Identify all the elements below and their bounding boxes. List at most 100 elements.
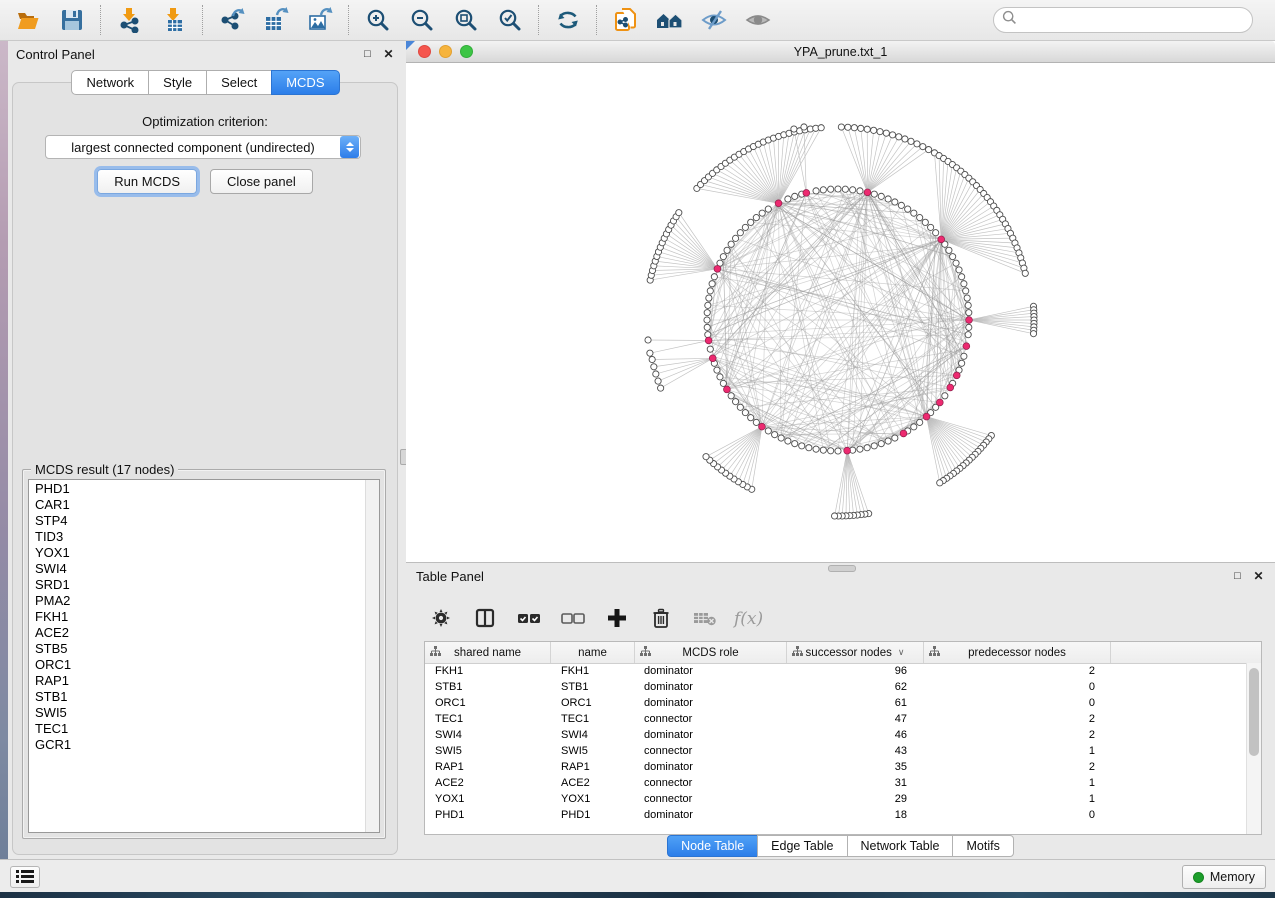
mcds-list-scrollbar[interactable] — [365, 480, 379, 832]
mcds-result-item[interactable]: YOX1 — [29, 545, 365, 561]
column-header-predecessor-nodes[interactable]: predecessor nodes — [924, 642, 1111, 663]
function-builder-label[interactable]: f(x) — [734, 609, 763, 629]
table-row[interactable]: TEC1TEC1connector472 — [425, 711, 1247, 727]
hide-graphics-button[interactable] — [692, 2, 736, 38]
table-cell: 0 — [924, 697, 1111, 709]
column-header-shared-name[interactable]: shared name — [425, 642, 551, 663]
plus-icon — [606, 607, 628, 632]
open-folder-icon — [15, 7, 41, 33]
table-row[interactable]: FKH1FKH1dominator962 — [425, 663, 1247, 679]
mcds-result-item[interactable]: SWI4 — [29, 561, 365, 577]
float-table-panel-icon[interactable]: □ — [1231, 570, 1244, 583]
trash-icon — [650, 607, 672, 632]
mcds-result-item[interactable]: CAR1 — [29, 497, 365, 513]
network-overview-button[interactable] — [648, 2, 692, 38]
table-cell: 43 — [787, 745, 924, 757]
save-session-button[interactable] — [50, 2, 94, 38]
table-row[interactable]: PHD1PHD1dominator180 — [425, 807, 1247, 823]
table-cell: ORC1 — [425, 697, 551, 709]
close-table-panel-icon[interactable]: ✕ — [1252, 570, 1265, 583]
mcds-result-item[interactable]: ORC1 — [29, 657, 365, 673]
network-window-titlebar[interactable]: YPA_prune.txt_1 — [406, 41, 1275, 63]
mcds-result-item[interactable]: ACE2 — [29, 625, 365, 641]
table-settings-button[interactable] — [424, 603, 458, 635]
table-row[interactable]: SWI4SWI4dominator462 — [425, 727, 1247, 743]
dropdown-value: largest connected component (undirected) — [46, 140, 340, 155]
optimization-criterion-select[interactable]: largest connected component (undirected) — [45, 135, 361, 159]
memory-status-dot — [1193, 872, 1204, 883]
export-table-icon — [263, 7, 289, 33]
table-panel-header: Table Panel □ ✕ — [406, 563, 1275, 589]
tab-network-table[interactable]: Network Table — [847, 835, 954, 857]
table-scrollbar-thumb[interactable] — [1249, 668, 1259, 756]
mcds-result-item[interactable]: TEC1 — [29, 721, 365, 737]
hierarchy-icon — [792, 646, 803, 660]
memory-button[interactable]: Memory — [1182, 865, 1266, 889]
show-graphics-button[interactable] — [736, 2, 780, 38]
export-image-button[interactable] — [298, 2, 342, 38]
table-row[interactable]: YOX1YOX1connector291 — [425, 791, 1247, 807]
add-column-button[interactable] — [600, 603, 634, 635]
column-header-successor-nodes[interactable]: successor nodes∨ — [787, 642, 924, 663]
table-cell: 1 — [924, 777, 1111, 789]
duplicate-document-icon — [612, 6, 640, 34]
show-panels-list-button[interactable] — [10, 866, 40, 888]
tab-network[interactable]: Network — [71, 70, 149, 95]
mcds-result-title: MCDS result (17 nodes) — [31, 462, 178, 477]
mcds-result-list[interactable]: PHD1CAR1STP4TID3YOX1SWI4SRD1PMA2FKH1ACE2… — [28, 479, 380, 833]
column-header-name[interactable]: name — [551, 642, 635, 663]
table-cell: FKH1 — [425, 665, 551, 677]
table-scrollbar[interactable] — [1246, 663, 1261, 834]
mcds-result-item[interactable]: PHD1 — [29, 481, 365, 497]
tab-select[interactable]: Select — [206, 70, 272, 95]
table-cell: dominator — [635, 681, 787, 693]
search-input[interactable] — [1023, 12, 1244, 28]
mcds-result-item[interactable]: PMA2 — [29, 593, 365, 609]
export-network-button[interactable] — [210, 2, 254, 38]
tab-node-table[interactable]: Node Table — [667, 835, 758, 857]
zoom-fit-button[interactable] — [444, 2, 488, 38]
table-row[interactable]: SWI5SWI5connector431 — [425, 743, 1247, 759]
close-panel-button[interactable]: Close panel — [210, 169, 313, 194]
float-panel-icon[interactable]: □ — [361, 48, 374, 61]
mcds-result-item[interactable]: GCR1 — [29, 737, 365, 753]
run-mcds-button[interactable]: Run MCDS — [97, 169, 197, 194]
mcds-result-item[interactable]: STP4 — [29, 513, 365, 529]
table-row[interactable]: RAP1RAP1dominator352 — [425, 759, 1247, 775]
zoom-selected-button[interactable] — [488, 2, 532, 38]
mcds-result-item[interactable]: STB5 — [29, 641, 365, 657]
mcds-result-item[interactable]: TID3 — [29, 529, 365, 545]
tab-motifs[interactable]: Motifs — [952, 835, 1013, 857]
table-row[interactable]: ORC1ORC1dominator610 — [425, 695, 1247, 711]
column-header-MCDS-role[interactable]: MCDS role — [635, 642, 787, 663]
eye-icon — [744, 7, 772, 33]
clone-network-button[interactable] — [604, 2, 648, 38]
mcds-result-item[interactable]: SRD1 — [29, 577, 365, 593]
deselect-all-button[interactable] — [556, 603, 590, 635]
mcds-result-item[interactable]: SWI5 — [29, 705, 365, 721]
export-table-button[interactable] — [254, 2, 298, 38]
mcds-result-item[interactable]: STB1 — [29, 689, 365, 705]
close-panel-icon[interactable]: ✕ — [382, 48, 395, 61]
import-table-button[interactable] — [152, 2, 196, 38]
tab-mcds[interactable]: MCDS — [271, 70, 339, 95]
mcds-result-item[interactable]: RAP1 — [29, 673, 365, 689]
refresh-button[interactable] — [546, 2, 590, 38]
tab-edge-table[interactable]: Edge Table — [757, 835, 847, 857]
network-graph-canvas[interactable] — [406, 63, 1275, 562]
table-panel-tabs: Node TableEdge TableNetwork TableMotifs — [406, 835, 1275, 857]
open-session-button[interactable] — [6, 2, 50, 38]
table-row[interactable]: ACE2ACE2connector311 — [425, 775, 1247, 791]
zoom-fit-icon — [453, 7, 479, 33]
delete-column-button[interactable] — [644, 603, 678, 635]
mcds-result-item[interactable]: FKH1 — [29, 609, 365, 625]
import-network-button[interactable] — [108, 2, 152, 38]
table-row[interactable]: STB1STB1dominator620 — [425, 679, 1247, 695]
zoom-in-button[interactable] — [356, 2, 400, 38]
table-toolbar: f(x) — [424, 599, 763, 639]
delete-table-button-disabled[interactable] — [688, 603, 722, 635]
select-all-button[interactable] — [512, 603, 546, 635]
tab-style[interactable]: Style — [148, 70, 207, 95]
show-columns-button[interactable] — [468, 603, 502, 635]
zoom-out-button[interactable] — [400, 2, 444, 38]
